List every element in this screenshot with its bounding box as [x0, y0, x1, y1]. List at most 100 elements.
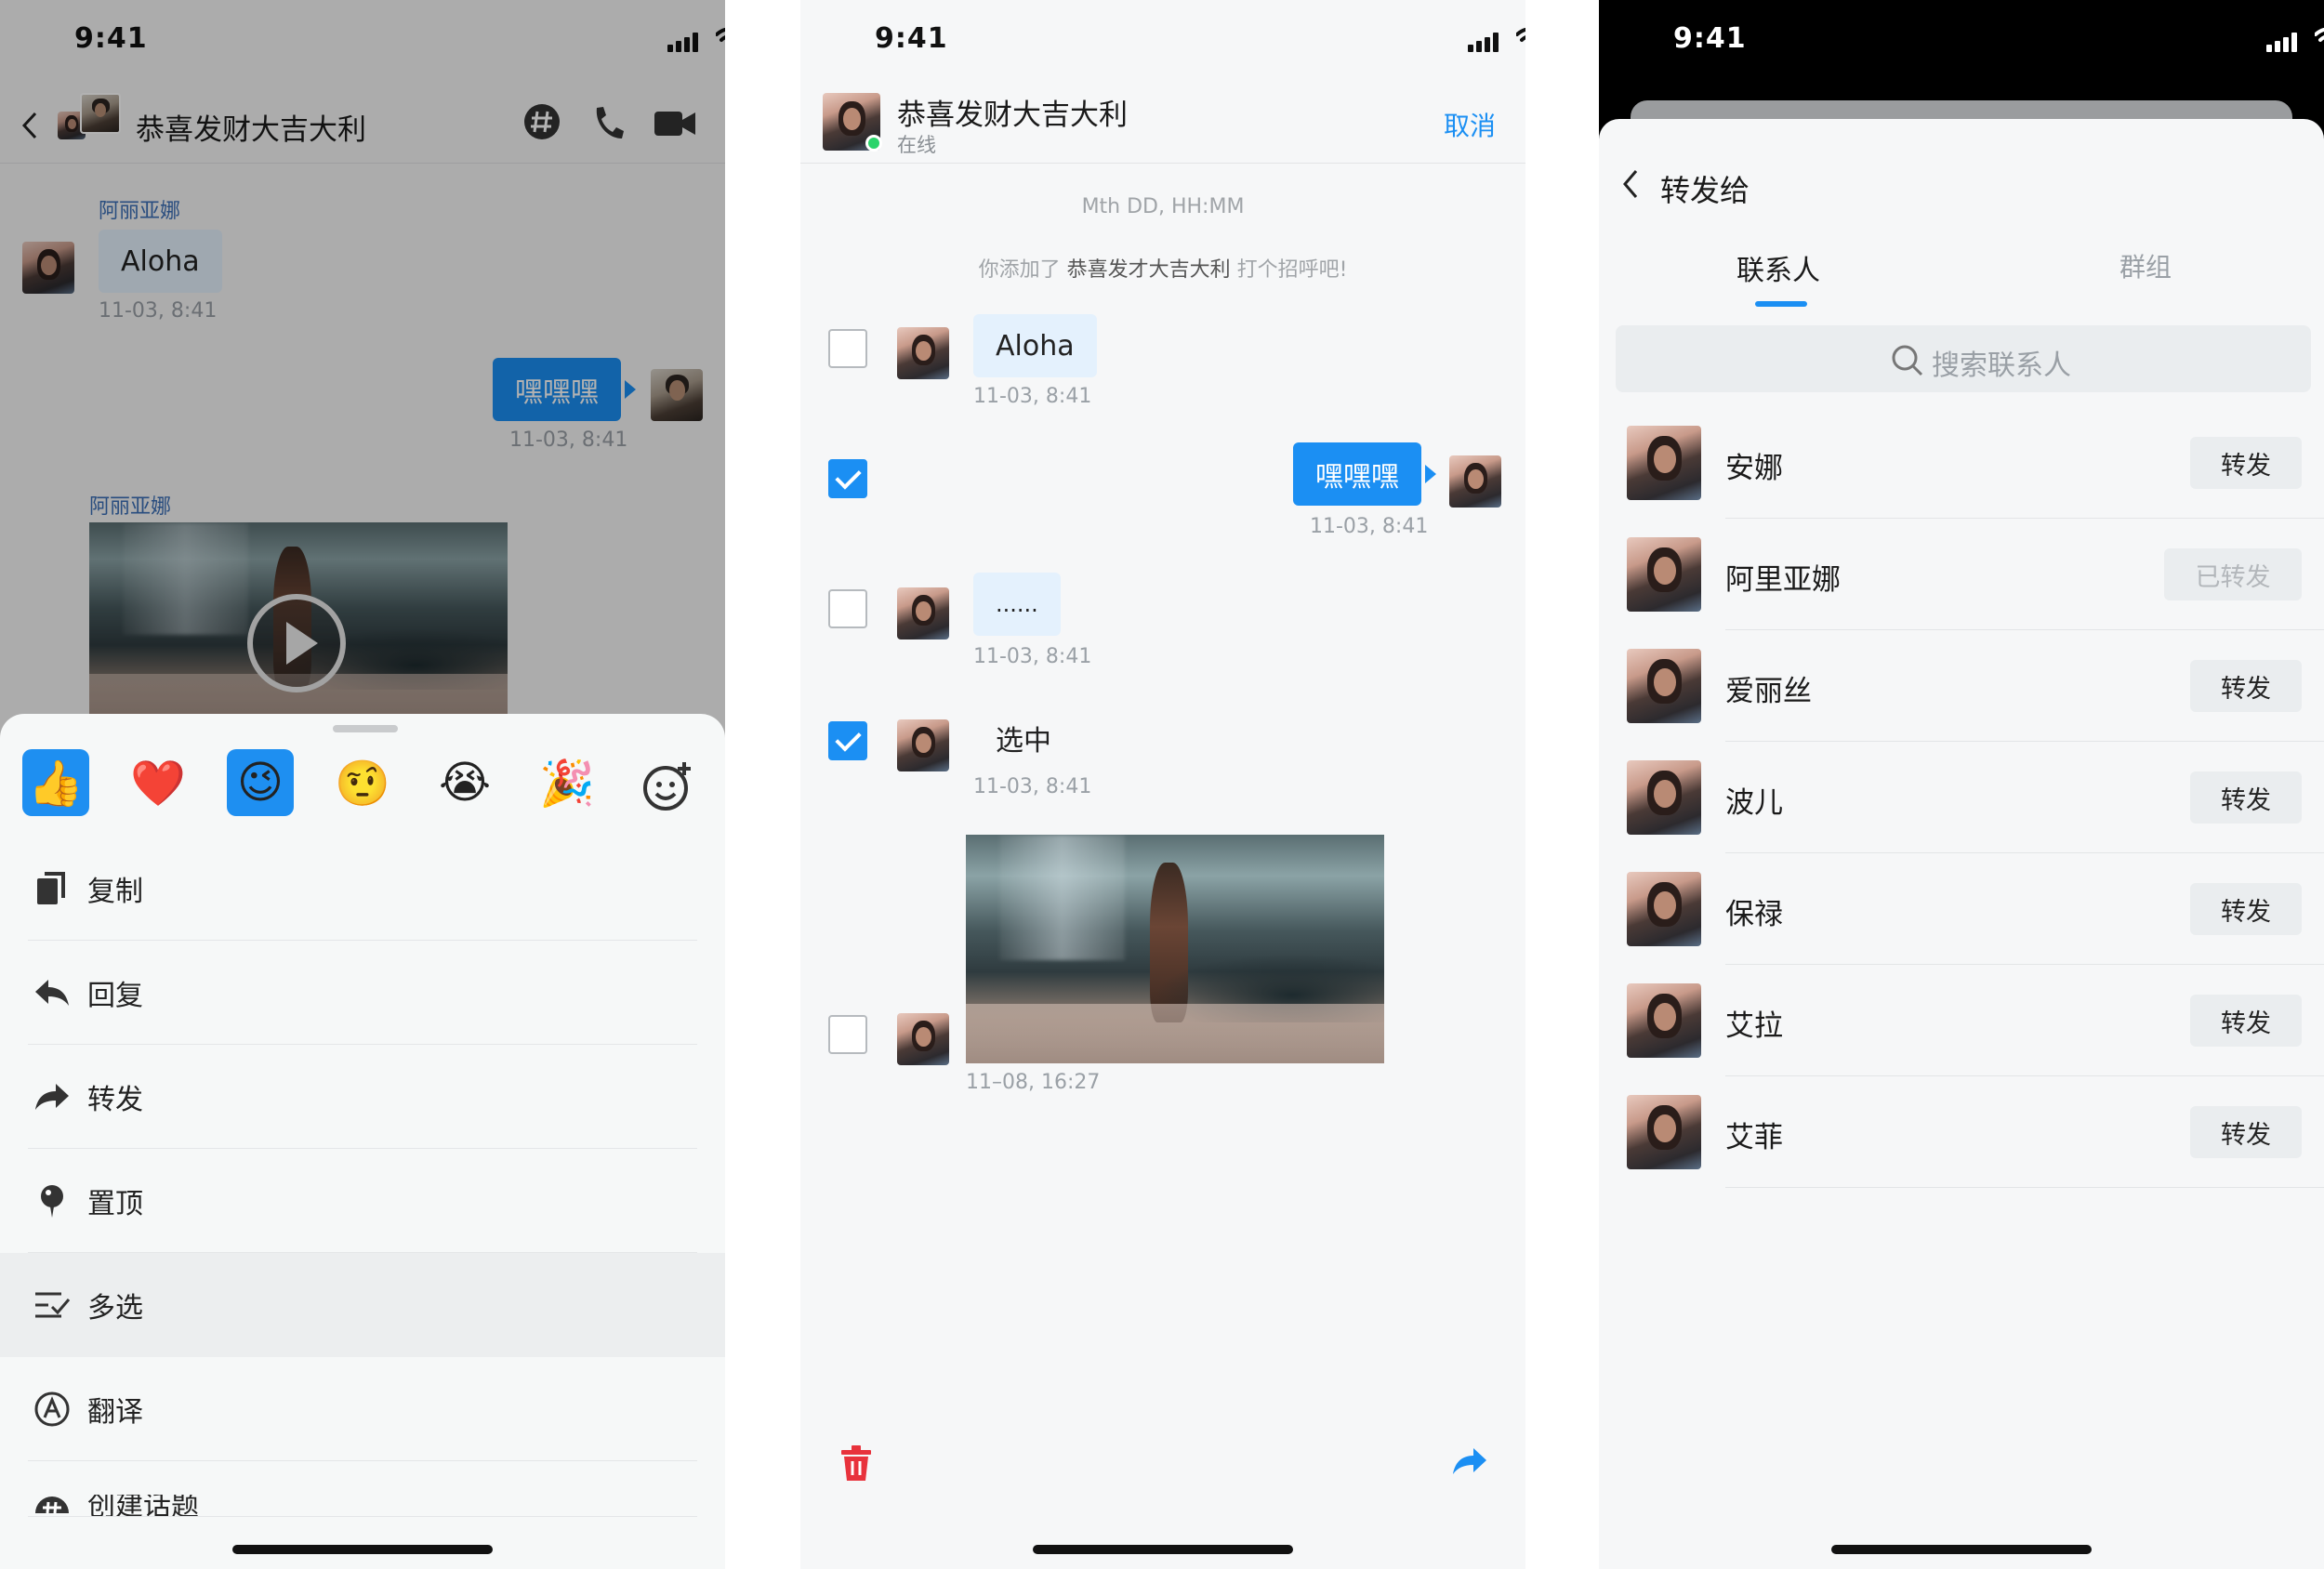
contact-row[interactable]: 爱丽丝 转发 — [1599, 630, 2324, 742]
sheet-handle[interactable] — [333, 725, 398, 732]
contact-name: 阿里亚娜 — [1725, 563, 1841, 597]
select-checkbox[interactable] — [828, 329, 867, 368]
add-reaction-icon[interactable] — [641, 760, 693, 812]
reaction-row: 👍 ❤️ 😉 🤨 😭 🎉 — [22, 749, 710, 818]
search-input[interactable]: 搜索联系人 — [1616, 325, 2311, 392]
contact-row[interactable]: 艾拉 转发 — [1599, 965, 2324, 1076]
home-indicator — [1831, 1545, 2092, 1554]
copy-icon — [37, 872, 65, 904]
contact-avatar — [1627, 760, 1701, 835]
selection-toolbar — [800, 1431, 1525, 1506]
chat-title: 恭喜发财大吉大利 — [897, 99, 1128, 132]
sheet-title: 转发给 — [1660, 173, 1750, 208]
select-checkbox-checked[interactable] — [828, 721, 867, 760]
reaction-thumbs-up[interactable]: 👍 — [22, 749, 89, 816]
notice-prefix: 你添加了 — [978, 258, 1067, 282]
chat-header: 恭喜发财大吉大利 在线 取消 — [800, 84, 1525, 164]
contact-row[interactable]: 保禄 转发 — [1599, 853, 2324, 965]
forwarded-button: 已转发 — [2164, 548, 2302, 600]
delete-icon[interactable] — [839, 1444, 873, 1482]
forward-button[interactable]: 转发 — [2190, 660, 2302, 712]
select-checkbox-checked[interactable] — [828, 459, 867, 498]
tab-contacts[interactable]: 联系人 — [1736, 247, 1820, 288]
cancel-button[interactable]: 取消 — [1444, 106, 1496, 143]
image-message[interactable] — [966, 835, 1384, 1063]
contact-avatar — [1627, 983, 1701, 1058]
select-checkbox[interactable] — [828, 589, 867, 628]
message-text: ...... — [996, 591, 1038, 617]
menu-item-forward[interactable]: 转发 — [0, 1045, 725, 1149]
translate-icon — [34, 1391, 70, 1427]
message-bubble[interactable]: 选中 — [973, 706, 1074, 770]
contact-avatar[interactable] — [897, 327, 949, 379]
forward-sheet: 转发给 联系人 群组 搜索联系人 安娜 转发 阿里亚娜 已转发 爱丽丝 转发 波… — [1599, 119, 2324, 1569]
menu-item-pin[interactable]: 置顶 — [0, 1149, 725, 1253]
contact-avatar — [1627, 649, 1701, 723]
message-timestamp: 11–08, 16:27 — [966, 1071, 1101, 1094]
reaction-heart[interactable]: ❤️ — [125, 749, 191, 816]
multiselect-icon — [35, 1292, 71, 1318]
online-dot — [865, 135, 882, 152]
contact-row[interactable]: 阿里亚娜 已转发 — [1599, 519, 2324, 630]
contact-avatar[interactable] — [897, 1013, 949, 1065]
contact-name: 波儿 — [1725, 786, 1783, 820]
contact-row[interactable]: 波儿 转发 — [1599, 742, 2324, 853]
select-checkbox[interactable] — [828, 1015, 867, 1054]
contact-name: 爱丽丝 — [1725, 675, 1812, 708]
forward-button[interactable]: 转发 — [2190, 437, 2302, 489]
menu-label: 复制 — [87, 876, 143, 908]
menu-label: 创建话题 — [87, 1495, 199, 1517]
contact-avatar — [1627, 872, 1701, 946]
contact-avatar[interactable] — [897, 587, 949, 639]
system-notice: 你添加了 恭喜发才大吉大利 打个招呼吧! — [800, 253, 1525, 283]
contact-avatar — [1627, 537, 1701, 612]
forward-button[interactable]: 转发 — [2190, 995, 2302, 1047]
back-icon[interactable] — [1621, 169, 1640, 199]
action-menu: 复制 回复 转发 置顶 多选 翻译 创建话题 — [0, 837, 725, 1517]
home-indicator — [232, 1545, 493, 1554]
forward-icon[interactable] — [1451, 1446, 1488, 1480]
menu-item-translate[interactable]: 翻译 — [0, 1357, 725, 1461]
reaction-raised-eyebrow[interactable]: 🤨 — [329, 749, 396, 816]
own-avatar[interactable] — [1449, 455, 1501, 508]
wifi-icon — [1516, 28, 1525, 42]
message-action-sheet: 👍 ❤️ 😉 🤨 😭 🎉 复制 回复 转发 置顶 多选 翻译 创建话题 — [0, 714, 725, 1569]
bubble-tail — [1425, 465, 1436, 483]
message-text: 嘿嘿嘿 — [1315, 461, 1399, 494]
notice-contact-name: 恭喜发才大吉大利 — [1066, 258, 1231, 282]
status-bar: 9:41 — [1599, 0, 2324, 84]
message-bubble-own[interactable]: 嘿嘿嘿 — [1293, 442, 1421, 506]
message-text: Aloha — [996, 329, 1075, 363]
chat-screen-with-menu: 9:41 恭喜发财大吉大利 阿丽亚娜 Aloha 11-03, 8:41 嘿嘿嘿… — [0, 0, 725, 1569]
status-bar: 9:41 — [800, 0, 1525, 84]
menu-item-create-topic[interactable]: 创建话题 — [0, 1461, 725, 1517]
tab-groups[interactable]: 群组 — [2119, 247, 2172, 284]
contact-row[interactable]: 艾菲 转发 — [1599, 1076, 2324, 1188]
contact-avatar — [1627, 426, 1701, 500]
message-bubble[interactable]: ...... — [973, 573, 1061, 636]
search-icon — [1892, 345, 1923, 376]
reaction-wink[interactable]: 😉 — [227, 749, 294, 816]
menu-label: 转发 — [87, 1084, 143, 1116]
wifi-icon — [2315, 28, 2324, 42]
forward-button[interactable]: 转发 — [2190, 1106, 2302, 1158]
reaction-party-popper[interactable]: 🎉 — [534, 749, 601, 816]
reaction-crying[interactable]: 😭 — [431, 749, 498, 816]
menu-item-reply[interactable]: 回复 — [0, 941, 725, 1045]
forward-button[interactable]: 转发 — [2190, 883, 2302, 935]
notice-suffix: 打个招呼吧! — [1230, 258, 1348, 282]
contact-name: 艾拉 — [1725, 1009, 1783, 1043]
pin-icon — [41, 1185, 63, 1218]
menu-label: 多选 — [87, 1292, 143, 1325]
contact-row[interactable]: 安娜 转发 — [1599, 407, 2324, 519]
contact-avatar[interactable] — [897, 719, 949, 771]
signal-icon — [2266, 32, 2304, 52]
message-bubble[interactable]: Aloha — [973, 314, 1097, 377]
chat-multiselect-screen: 9:41 恭喜发财大吉大利 在线 取消 Mth DD, HH:MM 你添加了 恭… — [800, 0, 1525, 1569]
menu-label: 置顶 — [87, 1188, 143, 1220]
menu-item-multiselect[interactable]: 多选 — [0, 1253, 725, 1357]
home-indicator — [1033, 1545, 1293, 1554]
forward-button[interactable]: 转发 — [2190, 771, 2302, 824]
menu-item-copy[interactable]: 复制 — [0, 837, 725, 941]
search-placeholder: 搜索联系人 — [1932, 349, 2071, 382]
